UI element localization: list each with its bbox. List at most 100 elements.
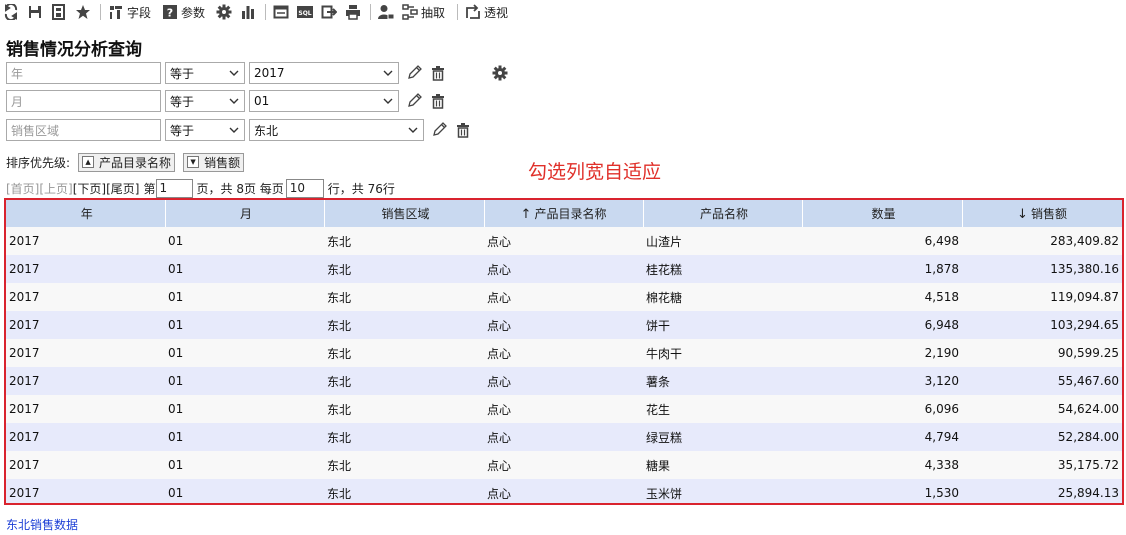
column-header-category[interactable]: ↑ 产品目录名称 xyxy=(484,200,644,227)
column-header-product[interactable]: 产品名称 xyxy=(643,200,803,227)
trash-icon[interactable] xyxy=(429,64,447,82)
table-row: 2017 01 东北 点心 玉米饼 1,530 25,894.13 xyxy=(6,479,1122,503)
chevron-down-icon xyxy=(228,124,240,136)
sort-chip-label: 销售额 xyxy=(204,155,241,170)
chevron-down-icon xyxy=(228,95,240,107)
next-page-link[interactable]: [下页] xyxy=(73,180,106,197)
extract-label: 抽取 xyxy=(421,5,446,20)
page-title: 销售情况分析查询 xyxy=(6,40,142,60)
field-icon xyxy=(108,4,124,20)
first-page-link[interactable]: [首页] xyxy=(6,180,39,197)
operator-value: 等于 xyxy=(170,66,195,81)
filter-value-select[interactable]: 东北 xyxy=(249,119,424,141)
bar-chart-icon xyxy=(240,4,256,20)
refresh-button[interactable] xyxy=(0,1,22,23)
toolbar-divider xyxy=(100,4,101,20)
filter-row-region: 销售区域 等于 东北 xyxy=(6,119,472,141)
annotation-text: 勾选列宽自适应 xyxy=(528,161,662,183)
field-label: 字段 xyxy=(127,5,152,20)
gear-icon[interactable] xyxy=(491,64,509,82)
data-grid: 年 月 销售区域 ↑ 产品目录名称 产品名称 数量 ↓ 销售额 2017 01 东北 点心… xyxy=(4,198,1124,505)
footer-report-link[interactable]: 东北销售数据 xyxy=(6,516,78,533)
operator-value: 等于 xyxy=(170,94,195,109)
settings-button[interactable] xyxy=(213,1,235,23)
table-row: 2017 01 东北 点心 绿豆糕 4,794 52,284.00 xyxy=(6,423,1122,451)
favorite-button[interactable] xyxy=(72,1,94,23)
column-header-month[interactable]: 月 xyxy=(165,200,325,227)
filter-operator-select[interactable]: 等于 xyxy=(165,119,245,141)
filter-value: 01 xyxy=(254,94,270,108)
column-header-quantity[interactable]: 数量 xyxy=(802,200,963,227)
page-prefix: 第 xyxy=(143,181,156,196)
chevron-down-icon xyxy=(228,67,240,79)
window-button[interactable] xyxy=(270,1,292,23)
filter-field-input[interactable]: 月 xyxy=(6,90,161,112)
table-row: 2017 01 东北 点心 薯条 3,120 55,467.60 xyxy=(6,367,1122,395)
extract-button[interactable]: 抽取 xyxy=(399,1,451,23)
table-row: 2017 01 东北 点心 牛肉干 2,190 90,599.25 xyxy=(6,339,1122,367)
column-header-region[interactable]: 销售区域 xyxy=(324,200,485,227)
sort-priority-label: 排序优先级: xyxy=(6,155,71,170)
filter-row-year: 年 等于 2017 xyxy=(6,62,509,84)
field-button[interactable]: 字段 xyxy=(105,1,157,23)
table-row: 2017 01 东北 点心 糖果 4,338 35,175.72 xyxy=(6,451,1122,479)
page-number-input[interactable]: 1 xyxy=(155,178,193,198)
data-table: 年 月 销售区域 ↑ 产品目录名称 产品名称 数量 ↓ 销售额 2017 01 东北 点心… xyxy=(6,200,1122,503)
sort-chip-category[interactable]: ▲ 产品目录名称 xyxy=(78,152,176,172)
page-summary: 页，共 8页 每页 xyxy=(196,181,284,196)
chart-button[interactable] xyxy=(237,1,259,23)
filter-value-select[interactable]: 01 xyxy=(249,90,399,112)
export-icon xyxy=(321,4,338,20)
trash-icon[interactable] xyxy=(429,92,447,110)
save-button[interactable] xyxy=(24,1,46,23)
filter-row-month: 月 等于 01 xyxy=(6,90,447,112)
column-header-sales[interactable]: ↓ 销售额 xyxy=(962,200,1122,227)
save-as-icon xyxy=(51,4,67,20)
trash-icon[interactable] xyxy=(454,121,472,139)
toolbar-divider xyxy=(457,4,459,20)
prev-page-link[interactable]: [上页] xyxy=(39,180,72,197)
table-row: 2017 01 东北 点心 花生 6,096 54,624.00 xyxy=(6,395,1122,423)
table-row: 2017 01 东北 点心 饼干 6,948 103,294.65 xyxy=(6,311,1122,339)
user-button[interactable] xyxy=(375,1,397,23)
sort-asc-arrow: ↑ xyxy=(520,207,532,222)
param-label: 参数 xyxy=(181,5,206,20)
filter-operator-select[interactable]: 等于 xyxy=(165,62,245,84)
sort-asc-icon: ▲ xyxy=(82,156,95,168)
filter-field-input[interactable]: 年 xyxy=(6,62,161,84)
user-icon xyxy=(378,4,395,20)
svg-text:SQL: SQL xyxy=(298,10,311,17)
sql-icon: SQL xyxy=(297,4,314,20)
pivot-button[interactable]: 透视 xyxy=(462,1,514,23)
question-icon: ? xyxy=(162,4,178,20)
filter-value: 2017 xyxy=(254,66,285,80)
export-button[interactable] xyxy=(318,1,340,23)
filter-value-select[interactable]: 2017 xyxy=(249,62,399,84)
chevron-down-icon xyxy=(407,124,419,136)
column-header-year[interactable]: 年 xyxy=(6,200,166,227)
table-row: 2017 01 东北 点心 桂花糕 1,878 135,380.16 xyxy=(6,255,1122,283)
pagination-bar: [首页] [上页] [下页] [尾页] 第 1 页，共 8页 每页 10 行，共… xyxy=(6,178,395,198)
gear-icon xyxy=(216,4,232,20)
print-button[interactable] xyxy=(342,1,364,23)
page-size-input[interactable]: 10 xyxy=(285,178,324,198)
toolbar-divider xyxy=(370,4,372,20)
sql-button[interactable]: SQL xyxy=(294,1,316,23)
printer-icon xyxy=(345,4,361,20)
filter-operator-select[interactable]: 等于 xyxy=(165,90,245,112)
edit-pencil-icon[interactable] xyxy=(405,64,423,82)
row-summary: 行，共 76行 xyxy=(327,181,395,196)
refresh-icon xyxy=(3,4,19,20)
save-as-button[interactable] xyxy=(48,1,70,23)
edit-pencil-icon[interactable] xyxy=(430,121,448,139)
save-icon xyxy=(27,4,43,20)
param-button[interactable]: ? 参数 xyxy=(159,1,211,23)
last-page-link[interactable]: [尾页] xyxy=(106,180,139,197)
filter-value: 东北 xyxy=(254,123,279,138)
chevron-down-icon xyxy=(382,67,394,79)
sort-chip-sales[interactable]: ▼ 销售额 xyxy=(183,152,245,172)
pivot-label: 透视 xyxy=(484,5,509,20)
filter-field-input[interactable]: 销售区域 xyxy=(6,119,161,141)
edit-pencil-icon[interactable] xyxy=(405,92,423,110)
table-row: 2017 01 东北 点心 棉花糖 4,518 119,094.87 xyxy=(6,283,1122,311)
